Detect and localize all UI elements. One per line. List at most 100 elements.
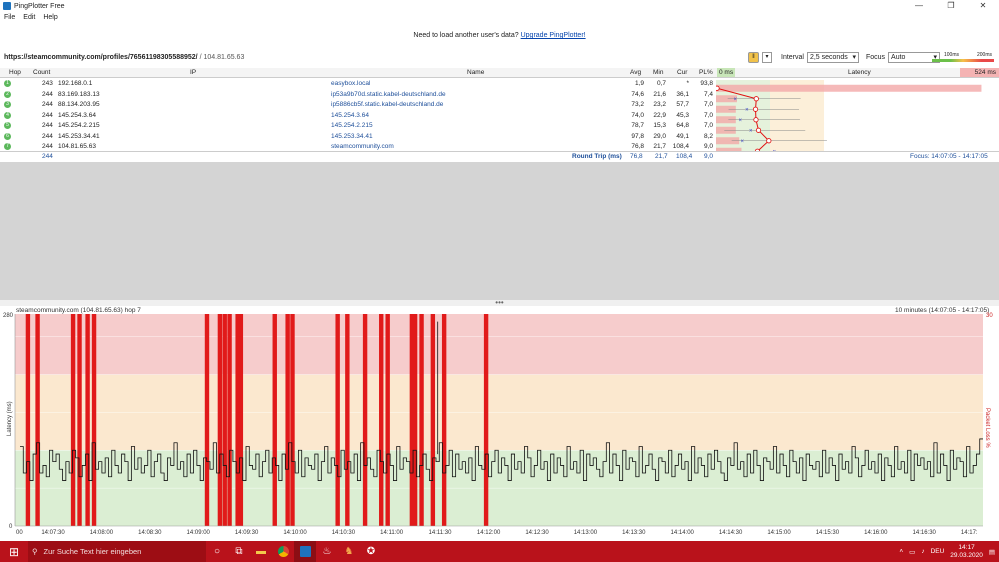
y-tick-min: 0 [9, 524, 13, 530]
menu-edit[interactable]: Edit [23, 13, 35, 23]
clock-time: 14:17 [958, 543, 975, 551]
timeline-chart-panel: steamcommunity.com (104.81.65.63) hop 7 … [0, 306, 999, 541]
timeline-chart: 280 0 30 Latency (ms) Packet Loss % 00 14:07:3… [3, 313, 993, 536]
packet-loss-bar [227, 314, 232, 526]
search-placeholder: Zur Suche Text hier eingeben [43, 547, 142, 556]
taskbar-search[interactable]: ⚲ Zur Suche Text hier eingeben [28, 541, 206, 562]
menu-help[interactable]: Help [43, 13, 57, 23]
cell-count: 244 [42, 132, 53, 140]
app-icon [3, 2, 11, 10]
cell-cur: 57,7 [676, 101, 689, 108]
pause-button[interactable]: ‖ [748, 51, 759, 63]
packet-loss-bar [77, 314, 82, 526]
current-latency-marker: × [745, 107, 749, 113]
col-ip[interactable]: IP [190, 69, 196, 76]
avg-latency-point [755, 127, 762, 133]
col-pl[interactable]: PL% [699, 69, 713, 76]
chevron-up-icon[interactable]: ˄ [899, 548, 903, 555]
cell-name: ip5886cb5f.static.kabel-deutschland.de [331, 101, 444, 108]
task-view-icon[interactable]: ⧉ [228, 541, 250, 562]
volume-icon[interactable]: ♪ [921, 548, 924, 555]
cell-avg: 73,2 [631, 101, 644, 108]
x-tick-label: 14:17: [961, 530, 978, 536]
cell-cur: 45,3 [676, 111, 689, 119]
packet-loss-bar [335, 314, 340, 526]
x-tick-label: 14:10:30 [332, 530, 356, 536]
x-tick-label: 14:16:00 [864, 530, 888, 536]
app-icon[interactable]: ✪ [360, 541, 382, 562]
cortana-icon[interactable]: ○ [206, 541, 228, 562]
notification-icon[interactable]: ▤ [989, 548, 995, 556]
latency-band-2 [15, 314, 983, 375]
target-url[interactable]: https://steamcommunity.com/profiles/7656… [4, 54, 198, 61]
scale-bar [932, 59, 994, 62]
language-indicator[interactable]: DEU [931, 548, 945, 555]
minimize-button[interactable]: — [903, 0, 935, 12]
cell-pl: 8,2 [703, 132, 713, 140]
windows-start-icon[interactable]: ⊞ [0, 541, 28, 562]
packet-loss-bar [85, 314, 90, 526]
cell-ip: 104.81.65.63 [58, 143, 96, 150]
cell-min: 15,3 [653, 122, 666, 129]
file-explorer-icon[interactable]: ▬ [250, 541, 272, 562]
cell-pl: 9,0 [703, 143, 713, 150]
totals-count: 244 [42, 153, 53, 160]
col-hop[interactable]: Hop [9, 69, 21, 76]
chevron-down-icon: ▾ [852, 54, 856, 61]
y-axis-label: Latency (ms) [7, 401, 13, 436]
totals-avg: 76,8 [630, 153, 643, 160]
latency-graph: ×××××× [716, 80, 999, 152]
cell-min: 21,6 [653, 90, 666, 98]
close-button[interactable]: ✕ [967, 0, 999, 12]
x-tick-label: 14:14:00 [671, 530, 695, 536]
cell-avg: 1,9 [634, 80, 644, 87]
col-name[interactable]: Name [467, 69, 484, 76]
table-row[interactable]: 5 244 145.254.2.215 145.254.2.215 78,7 15,3 64… [0, 121, 716, 132]
table-row[interactable]: 1 243 192.168.0.1 easybox.local 1,9 0,7 * 93,8 [0, 79, 716, 90]
pingplotter-icon[interactable] [294, 541, 316, 562]
cell-avg: 74,6 [631, 90, 644, 98]
focus-label: Focus [865, 53, 886, 61]
target-address: https://steamcommunity.com/profiles/7656… [4, 54, 244, 61]
cell-name: 145.254.3.64 [331, 111, 369, 119]
cell-min: 22,9 [653, 111, 666, 119]
x-tick-label: 14:09:30 [235, 530, 259, 536]
table-row[interactable]: 3 244 88.134.203.95 ip5886cb5f.static.kabel… [0, 100, 716, 111]
maximize-button[interactable]: ❐ [935, 0, 967, 12]
latency-min-label: 0 ms [717, 68, 736, 77]
col-avg[interactable]: Avg [630, 69, 641, 76]
cell-count: 244 [42, 122, 53, 129]
cell-min: 23,2 [653, 101, 666, 108]
system-tray: ˄ ▭ ♪ DEU 14:17 29.03.2020 ▤ [899, 541, 995, 562]
packet-loss-bar [217, 314, 223, 526]
network-icon[interactable]: ▭ [909, 548, 915, 556]
cell-name: steamcommunity.com [331, 143, 394, 150]
cell-cur: 49,1 [676, 132, 689, 140]
packet-loss-bar [222, 314, 227, 526]
table-row[interactable]: 6 244 145.253.34.41 145.253.34.41 97,8 29,0 49… [0, 132, 716, 143]
packet-loss-bar [483, 314, 489, 526]
col-count[interactable]: Count [33, 69, 50, 76]
col-cur[interactable]: Cur [677, 69, 687, 76]
focus-value: Auto [891, 53, 906, 61]
col-min[interactable]: Min [653, 69, 663, 76]
cell-count: 244 [42, 143, 53, 150]
packet-loss-bar [25, 314, 31, 526]
x-tick-label: 14:08:30 [138, 530, 162, 536]
game-icon[interactable]: ♞ [338, 541, 360, 562]
table-row[interactable]: 2 244 83.169.183.13 ip53a9b70d.static.kabel… [0, 90, 716, 101]
steam-icon[interactable]: ♨ [316, 541, 338, 562]
pause-dropdown[interactable]: ▾ [762, 51, 772, 63]
cell-ip: 192.168.0.1 [58, 80, 93, 87]
hop-status-icon: 3 [4, 101, 11, 108]
cell-count: 243 [42, 80, 53, 87]
x-tick-label: 14:11:00 [380, 530, 404, 536]
x-tick-label: 14:07:30 [41, 530, 65, 536]
upgrade-link[interactable]: Upgrade PingPlotter! [521, 32, 586, 39]
empty-table-area [0, 162, 999, 302]
table-row[interactable]: 4 244 145.254.3.64 145.254.3.64 74,0 22,9 45,3… [0, 111, 716, 122]
menu-file[interactable]: File [4, 13, 15, 23]
clock[interactable]: 14:17 29.03.2020 [950, 544, 983, 560]
chrome-icon[interactable] [272, 541, 294, 562]
interval-select[interactable]: 2,5 seconds ▾ [806, 51, 859, 63]
